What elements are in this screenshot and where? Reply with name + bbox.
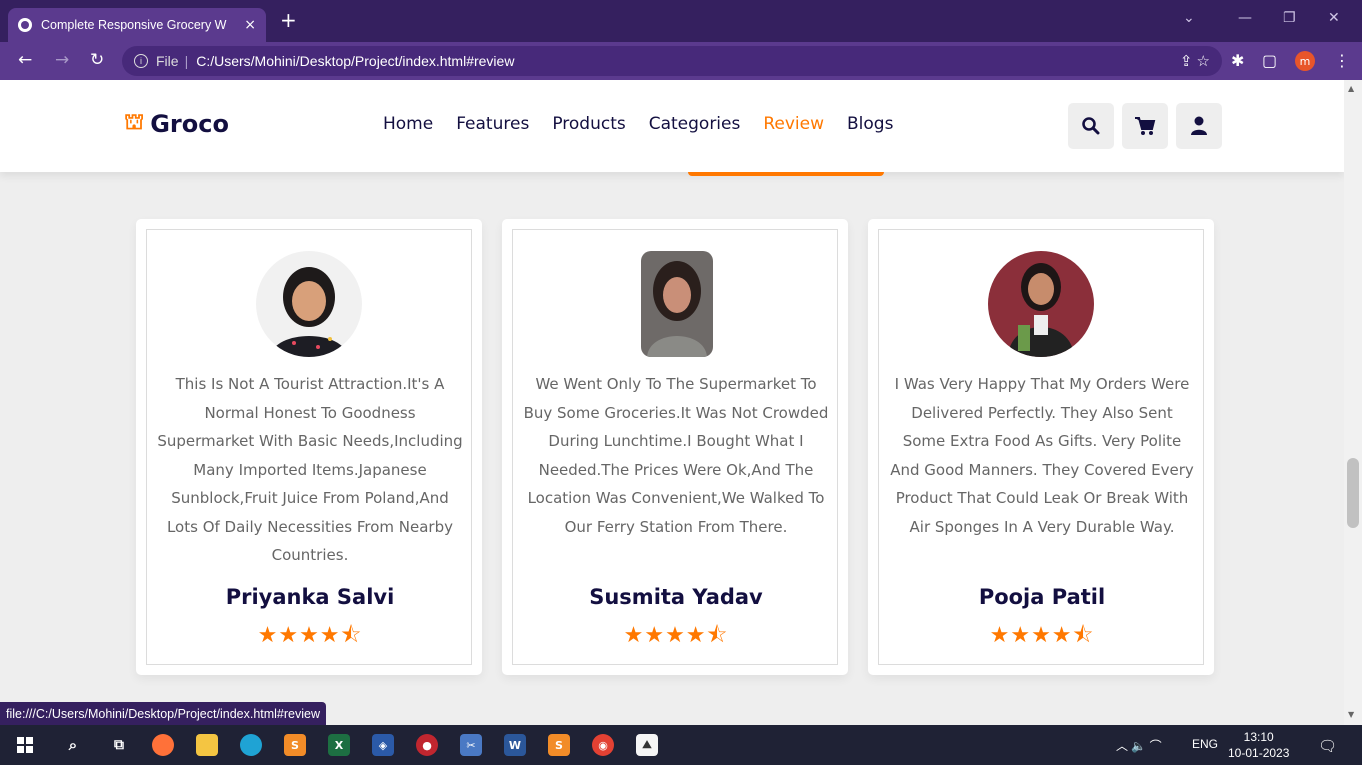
cart-icon[interactable] xyxy=(1122,103,1168,149)
main-nav: Home Features Products Categories Review… xyxy=(383,114,916,134)
minimize-button[interactable]: — xyxy=(1238,10,1252,26)
notification-icon[interactable]: 🗨 xyxy=(1318,737,1337,755)
restore-button[interactable]: ❐ xyxy=(1283,10,1296,26)
reload-icon[interactable]: ↻ xyxy=(90,51,104,69)
scroll-down-icon[interactable]: ▼ xyxy=(1348,710,1354,719)
info-icon[interactable]: i xyxy=(134,54,148,68)
reviewer-name: Priyanka Salvi xyxy=(225,585,395,609)
extensions-icon[interactable]: ✱ xyxy=(1231,52,1244,70)
sublime-text-icon[interactable]: S xyxy=(548,734,570,756)
new-tab-button[interactable]: + xyxy=(280,10,297,30)
reviewer-photo xyxy=(988,251,1094,357)
menu-icon[interactable]: ⋮ xyxy=(1334,52,1350,70)
section-heading-underline xyxy=(688,172,884,176)
review-card-inner: We Went Only To The Supermarket To Buy S… xyxy=(512,229,838,665)
windows-taskbar: ⌕ ⧉ S X ◈ ● ✂ W S ◉ ⛰ ︿ 🔈 ⌒ ENG 13:10 10… xyxy=(0,725,1362,765)
language-indicator[interactable]: ENG xyxy=(1192,737,1218,751)
app-red-icon[interactable]: ● xyxy=(416,734,438,756)
address-bar[interactable]: i File | C:/Users/Mohini/Desktop/Project… xyxy=(122,46,1222,76)
review-text: I Was Very Happy That My Orders Were Del… xyxy=(890,375,1194,536)
basket-icon: ⛫ xyxy=(124,110,145,135)
review-card: I Was Very Happy That My Orders Were Del… xyxy=(868,219,1214,675)
word-icon[interactable]: W xyxy=(504,734,526,756)
scroll-up-icon[interactable]: ▲ xyxy=(1348,84,1354,93)
side-panel-icon[interactable]: ▢ xyxy=(1262,52,1277,70)
review-text: We Went Only To The Supermarket To Buy S… xyxy=(523,375,829,536)
tab-title: Complete Responsive Grocery W xyxy=(41,18,227,32)
globe-icon xyxy=(18,18,32,32)
sublime-text-icon[interactable]: S xyxy=(284,734,306,756)
tab-search-icon[interactable]: ⌄ xyxy=(1183,10,1195,26)
search-icon[interactable]: ⌕ xyxy=(62,734,84,756)
star-rating: ★★★★⯪ xyxy=(623,623,729,648)
firefox-icon[interactable] xyxy=(152,734,174,756)
review-card-inner: This Is Not A Tourist Attraction.It's A … xyxy=(146,229,472,665)
file-explorer-icon[interactable] xyxy=(196,734,218,756)
divider: | xyxy=(184,53,189,69)
browser-tab-bar: Complete Responsive Grocery W × + ⌄ — ❐ … xyxy=(0,0,1362,42)
nav-blogs[interactable]: Blogs xyxy=(847,114,893,134)
user-icon[interactable] xyxy=(1176,103,1222,149)
review-card: This Is Not A Tourist Attraction.It's A … xyxy=(136,219,482,675)
excel-icon[interactable]: X xyxy=(328,734,350,756)
forward-icon[interactable]: → xyxy=(55,51,69,69)
edge-icon[interactable] xyxy=(240,734,262,756)
share-star-icons[interactable]: ⇪ ☆ xyxy=(1180,52,1210,70)
profile-avatar[interactable]: m xyxy=(1295,51,1315,71)
nav-products[interactable]: Products xyxy=(552,114,625,134)
browser-toolbar: ← → ↻ i File | C:/Users/Mohini/Desktop/P… xyxy=(0,42,1362,80)
clock-time: 13:10 xyxy=(1243,730,1274,744)
clock-date: 10-01-2023 xyxy=(1228,746,1290,760)
review-card: We Went Only To The Supermarket To Buy S… xyxy=(502,219,848,675)
snipping-tool-icon[interactable]: ✂ xyxy=(460,734,482,756)
windows-start-icon[interactable] xyxy=(14,734,36,756)
nav-review[interactable]: Review xyxy=(763,114,824,134)
brand-name: Groco xyxy=(150,110,229,138)
chrome-icon[interactable]: ◉ xyxy=(592,734,614,756)
star-rating: ★★★★⯪ xyxy=(989,623,1095,648)
site-header: ⛫ Groco Home Features Products Categorie… xyxy=(0,80,1344,172)
tray-icons[interactable]: ︿ 🔈 ⌒ xyxy=(1116,737,1162,754)
protocol-label: File xyxy=(156,53,179,69)
scrollbar-thumb[interactable] xyxy=(1347,458,1359,528)
web-page: ⛫ Groco Home Features Products Categorie… xyxy=(0,80,1344,706)
status-bar-url: file:///C:/Users/Mohini/Desktop/Project/… xyxy=(0,702,327,726)
url-text[interactable]: C:/Users/Mohini/Desktop/Project/index.ht… xyxy=(196,53,514,69)
tab-close-icon[interactable]: × xyxy=(244,17,256,33)
close-window-button[interactable]: ✕ xyxy=(1328,10,1340,26)
reviewer-name: Pooja Patil xyxy=(978,585,1106,609)
search-icon[interactable] xyxy=(1068,103,1114,149)
nav-categories[interactable]: Categories xyxy=(649,114,741,134)
nav-home[interactable]: Home xyxy=(383,114,433,134)
review-text: This Is Not A Tourist Attraction.It's A … xyxy=(157,375,463,564)
reviewer-photo xyxy=(641,251,713,357)
reviewer-name: Susmita Yadav xyxy=(589,585,763,609)
task-view-icon[interactable]: ⧉ xyxy=(108,734,130,756)
review-card-inner: I Was Very Happy That My Orders Were Del… xyxy=(878,229,1204,665)
site-logo[interactable]: ⛫ Groco xyxy=(124,110,229,138)
page-scrollbar[interactable]: ▲ ▼ xyxy=(1344,80,1362,725)
nav-features[interactable]: Features xyxy=(456,114,529,134)
star-rating: ★★★★⯪ xyxy=(257,623,363,648)
reviewer-photo xyxy=(256,251,362,357)
back-icon[interactable]: ← xyxy=(18,51,32,69)
browser-tab[interactable]: Complete Responsive Grocery W × xyxy=(8,8,266,42)
photos-icon[interactable]: ⛰ xyxy=(636,734,658,756)
security-shield-icon[interactable]: ◈ xyxy=(372,734,394,756)
system-clock[interactable]: 13:10 10-01-2023 xyxy=(1228,729,1289,761)
